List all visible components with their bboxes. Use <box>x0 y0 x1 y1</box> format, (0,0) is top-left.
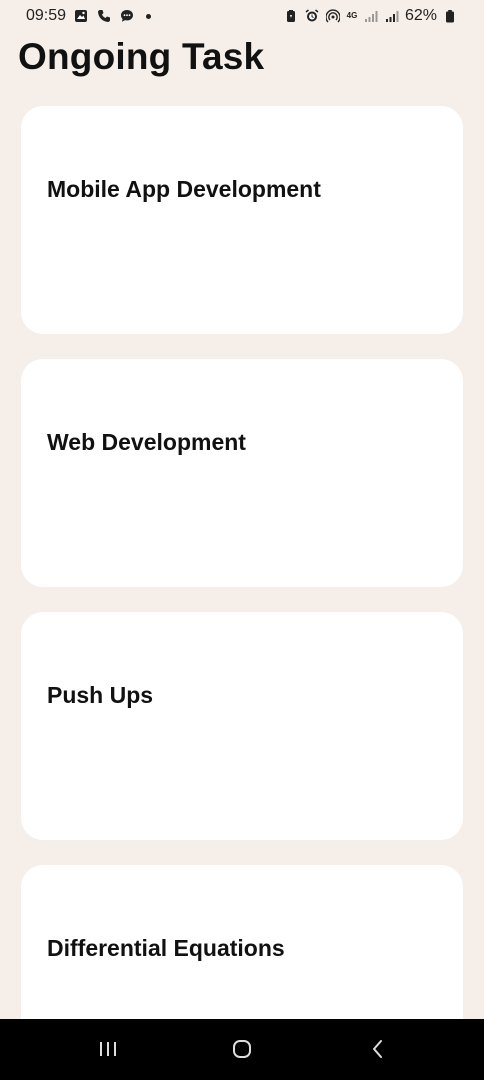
recent-apps-icon[interactable] <box>88 1033 128 1065</box>
home-icon[interactable] <box>222 1033 262 1065</box>
back-icon[interactable] <box>358 1033 398 1065</box>
signal-2-icon <box>384 8 400 24</box>
task-title: Differential Equations <box>47 935 285 961</box>
message-icon <box>119 8 135 24</box>
alarm-icon <box>304 8 320 24</box>
phone-icon <box>96 8 112 24</box>
page-title: Ongoing Task <box>18 36 265 77</box>
task-list: Mobile App Development Web Development P… <box>21 106 463 1080</box>
task-title: Web Development <box>47 429 246 455</box>
status-time: 09:59 <box>26 7 67 24</box>
task-title: Push Ups <box>47 682 154 708</box>
gallery-icon <box>73 8 89 24</box>
task-title: Mobile App Development <box>47 176 321 202</box>
status-left: 09:59 <box>26 7 152 25</box>
task-card[interactable]: Web Development <box>21 359 463 587</box>
battery-icon <box>442 8 458 24</box>
signal-1-icon <box>363 8 379 24</box>
task-card[interactable]: Mobile App Development <box>21 106 463 334</box>
notification-dot-icon <box>146 13 152 19</box>
navigation-bar <box>0 1019 484 1080</box>
status-bar: 09:59 4G 62% <box>0 0 484 34</box>
screen: 09:59 4G 62% Ongoing Task Mobile App Dev… <box>0 0 484 1080</box>
hotspot-icon <box>325 8 341 24</box>
status-right: 4G 62% <box>283 7 458 25</box>
battery-percent: 62% <box>404 7 437 24</box>
task-card[interactable]: Push Ups <box>21 612 463 840</box>
network-icon: 4G <box>346 11 358 20</box>
battery-saver-icon <box>283 8 299 24</box>
